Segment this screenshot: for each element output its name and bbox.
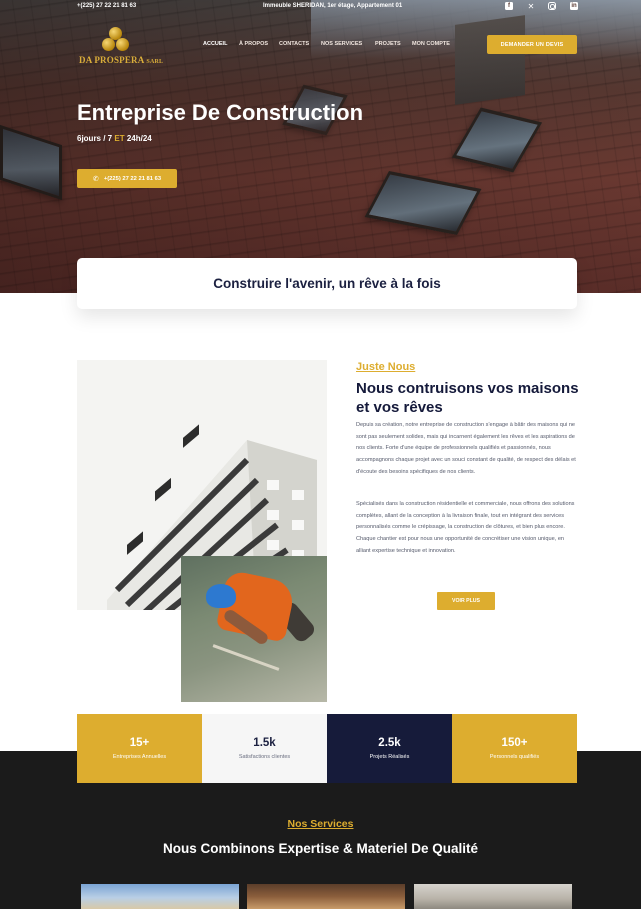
logo[interactable]: DA PROSPERA SARL bbox=[79, 27, 164, 67]
stat-label: Entreprises Annuelles bbox=[112, 754, 167, 760]
tagline-card: Construire l'avenir, un rêve à la fois bbox=[77, 258, 577, 309]
x-icon[interactable]: ✕ bbox=[526, 1, 536, 11]
hero-title: Entreprise De Construction bbox=[77, 100, 364, 125]
services-kicker: Nos Services bbox=[287, 818, 354, 830]
service-card[interactable] bbox=[81, 884, 239, 909]
linkedin-icon[interactable]: in bbox=[569, 1, 579, 11]
stat-label: Personnels qualifiés bbox=[489, 754, 540, 760]
facebook-icon[interactable]: f bbox=[504, 1, 514, 11]
request-quote-button[interactable]: DEMANDER UN DEVIS bbox=[487, 35, 577, 54]
about-title: Nous contruisons vos maisons et vos rêve… bbox=[356, 380, 579, 416]
logo-name: DA PROSPERA SARL bbox=[79, 55, 164, 65]
services-title: Nous Combinons Expertise & Materiel De Q… bbox=[162, 841, 479, 856]
stat-item: 1.5k Satisfactions clientes bbox=[202, 714, 327, 783]
nav-accueil[interactable]: ACCUEIL bbox=[203, 41, 227, 47]
stats-bar: 15+ Entreprises Annuelles 1.5k Satisfact… bbox=[77, 714, 577, 783]
stat-value: 1.5k bbox=[253, 737, 276, 749]
topbar: +(225) 27 22 21 81 63 Immeuble SHERIDAN,… bbox=[77, 0, 579, 14]
service-card[interactable] bbox=[414, 884, 572, 909]
service-card[interactable] bbox=[247, 884, 405, 909]
nav-projets[interactable]: PROJETS bbox=[375, 41, 401, 47]
about-paragraph: Spécialisés dans la construction résiden… bbox=[356, 501, 575, 554]
nav-contacts[interactable]: CONTACTS bbox=[279, 41, 309, 47]
stat-label: Projets Réalisés bbox=[369, 754, 410, 760]
about-paragraph: Depuis sa création, notre entreprise de … bbox=[356, 422, 576, 475]
hero-hours: 6jours / 7 ET 24h/24 bbox=[77, 134, 152, 143]
topbar-phone[interactable]: +(225) 27 22 21 81 63 bbox=[77, 3, 136, 9]
instagram-icon[interactable] bbox=[547, 1, 557, 11]
call-button-label: +(225) 27 22 21 81 63 bbox=[103, 175, 162, 182]
logo-mark bbox=[102, 27, 130, 53]
topbar-address: Immeuble SHERIDAN, 1er étage, Appartemen… bbox=[263, 3, 403, 9]
stat-label: Satisfactions clientes bbox=[238, 754, 291, 760]
stat-item: 15+ Entreprises Annuelles bbox=[77, 714, 202, 783]
call-button[interactable]: ✆ +(225) 27 22 21 81 63 bbox=[77, 169, 177, 188]
tagline-text: Construire l'avenir, un rêve à la fois bbox=[213, 276, 441, 291]
phone-icon: ✆ bbox=[92, 175, 99, 183]
nav-a-propos[interactable]: À PROPOS bbox=[239, 41, 268, 47]
stat-value: 150+ bbox=[501, 737, 528, 749]
stat-value: 15+ bbox=[129, 737, 150, 749]
nav-nos-services[interactable]: NOS SERVICES bbox=[321, 41, 362, 47]
stat-item: 2.5k Projets Réalisés bbox=[327, 714, 452, 783]
about-kicker: Juste Nous bbox=[356, 361, 416, 373]
worker-image bbox=[181, 556, 327, 702]
stat-value: 2.5k bbox=[378, 737, 401, 749]
hero-section: +(225) 27 22 21 81 63 Immeuble SHERIDAN,… bbox=[0, 0, 641, 293]
nav-mon-compte[interactable]: MON COMPTE bbox=[412, 41, 450, 47]
stat-item: 150+ Personnels qualifiés bbox=[452, 714, 577, 783]
see-more-button[interactable]: VOIR PLUS bbox=[437, 592, 495, 610]
